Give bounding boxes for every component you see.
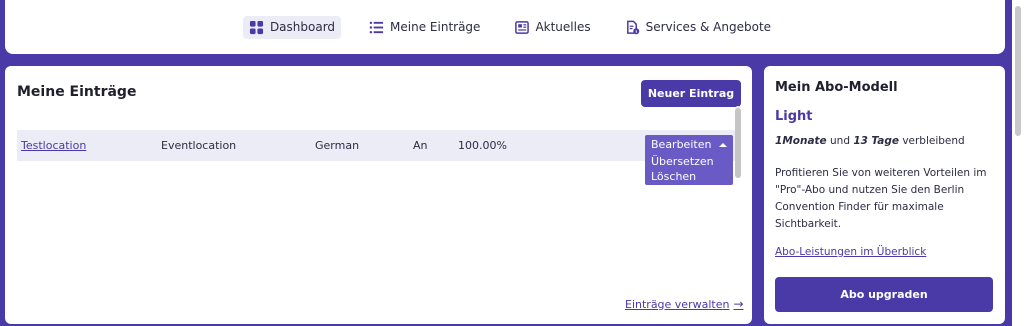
dashboard-grid-icon bbox=[249, 20, 263, 34]
plan-name: Light bbox=[775, 109, 813, 124]
nav-meine-eintraege[interactable]: Meine Einträge bbox=[363, 16, 486, 39]
months-label: Monate bbox=[782, 135, 827, 147]
subscription-panel: Mein Abo-Modell Light 1Monate und 13 Tag… bbox=[764, 66, 1005, 324]
entry-percent: 100.00% bbox=[458, 139, 507, 152]
list-icon bbox=[369, 21, 384, 33]
entries-title: Meine Einträge bbox=[17, 84, 137, 100]
newspaper-icon bbox=[515, 20, 530, 34]
remaining-text: verbleibend bbox=[902, 135, 965, 147]
entry-language: German bbox=[315, 139, 360, 152]
days-label: Tage bbox=[871, 135, 899, 147]
page-scrollbar-thumb[interactable] bbox=[1015, 6, 1021, 136]
nav-services-label: Services & Angebote bbox=[645, 20, 772, 34]
top-navigation: Dashboard Meine Einträge Aktuelles Servi… bbox=[5, 0, 1005, 54]
manage-entries-link[interactable]: Einträge verwalten → bbox=[625, 297, 744, 311]
remaining-time: 1Monate und 13 Tage verbleibend bbox=[775, 135, 994, 147]
actions-selected[interactable]: Bearbeiten bbox=[645, 135, 733, 154]
nav-dashboard-label: Dashboard bbox=[269, 20, 336, 34]
action-translate[interactable]: Übersetzen bbox=[645, 154, 733, 169]
nav-services[interactable]: Services & Angebote bbox=[619, 16, 777, 39]
entry-actions-dropdown[interactable]: Bearbeiten Übersetzen Löschen bbox=[645, 135, 733, 185]
promo-text: Profitieren Sie von weiteren Vorteilen i… bbox=[775, 167, 987, 230]
nav-dashboard[interactable]: Dashboard bbox=[242, 15, 342, 39]
actions-selected-label: Bearbeiten bbox=[651, 138, 712, 151]
entries-scrollbar-thumb[interactable] bbox=[735, 108, 741, 178]
manage-entries-label: Einträge verwalten bbox=[625, 297, 730, 311]
table-row: Testlocation Eventlocation German An 100… bbox=[17, 130, 735, 161]
nav-aktuelles-label: Aktuelles bbox=[535, 20, 591, 34]
benefits-link[interactable]: Abo-Leistungen im Überblick bbox=[775, 246, 994, 258]
nav-aktuelles[interactable]: Aktuelles bbox=[508, 16, 596, 39]
entry-status: An bbox=[413, 139, 428, 152]
page-scrollbar[interactable] bbox=[1012, 0, 1024, 326]
document-info-icon bbox=[626, 20, 639, 34]
entries-scrollbar[interactable] bbox=[735, 106, 741, 178]
upgrade-button[interactable]: Abo upgraden bbox=[775, 277, 993, 312]
entry-name-link[interactable]: Testlocation bbox=[21, 139, 86, 152]
arrow-right-icon: → bbox=[733, 297, 744, 311]
subscription-title: Mein Abo-Modell bbox=[775, 80, 898, 95]
and-text: und bbox=[830, 135, 851, 147]
days-value: 13 bbox=[853, 135, 868, 147]
action-delete[interactable]: Löschen bbox=[645, 169, 733, 184]
caret-up-icon bbox=[719, 142, 727, 147]
nav-meine-eintraege-label: Meine Einträge bbox=[390, 20, 481, 34]
new-entry-button[interactable]: Neuer Eintrag bbox=[641, 80, 741, 107]
entries-panel: Meine Einträge Neuer Eintrag Testlocatio… bbox=[5, 66, 752, 324]
entry-type: Eventlocation bbox=[161, 139, 237, 152]
